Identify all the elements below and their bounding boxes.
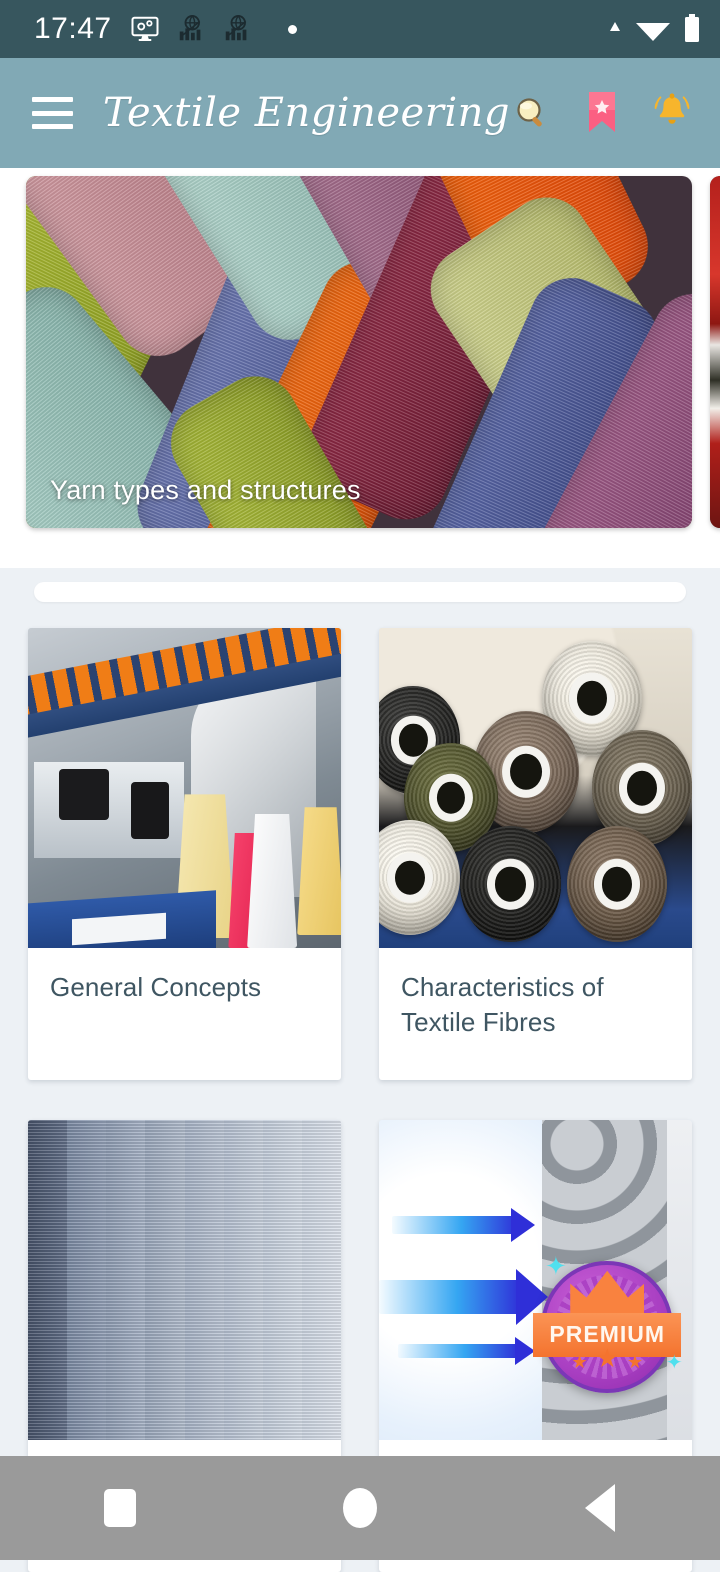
status-bar: 17:47 — [0, 0, 720, 58]
category-card[interactable]: Characteristics of Textile Fibres — [379, 628, 692, 1080]
monitor-gear-icon — [131, 16, 159, 41]
carousel-track[interactable]: Yarn types and structures — [0, 176, 720, 528]
bookmark-icon[interactable] — [580, 90, 624, 136]
sparkle-icon: ✦ — [665, 1352, 683, 1375]
circle-icon — [343, 1488, 377, 1528]
fibre-absorption-diagram-image: ✦ ✦ PREMIUM ★ ★ ★ — [379, 1120, 692, 1440]
android-navigation-bar — [0, 1456, 720, 1560]
globe-chart-icon — [179, 15, 200, 41]
status-system-icons — [606, 12, 702, 46]
page-title: Textile Engineering — [102, 90, 510, 136]
star-icon: ★ — [626, 1351, 644, 1372]
category-grid: General Concepts Characteristics of Text… — [0, 628, 720, 1572]
signal-triangle-icon — [610, 22, 620, 31]
status-time: 17:47 — [34, 12, 112, 45]
status-notification-icons — [130, 14, 297, 44]
hero-carousel[interactable]: Yarn types and structures — [0, 168, 720, 568]
knitting-machine-image — [28, 628, 341, 948]
badge-stars: ★ ★ ★ — [571, 1345, 643, 1371]
category-card-title: Characteristics of Textile Fibres — [401, 972, 604, 1037]
app-bar-actions — [510, 90, 694, 136]
category-card[interactable]: General Concepts — [28, 628, 341, 1080]
ad-placeholder-bar[interactable] — [34, 582, 686, 602]
star-icon: ★ — [571, 1351, 588, 1372]
red-fabric-image — [710, 176, 720, 528]
dot-indicator-icon — [287, 24, 297, 34]
notification-bell-icon[interactable] — [650, 90, 694, 136]
carousel-caption: Yarn types and structures — [50, 475, 361, 505]
sparkle-icon: ✦ — [545, 1251, 567, 1282]
content-area: General Concepts Characteristics of Text… — [0, 568, 720, 1572]
app-bar: Textile Engineering — [0, 58, 720, 168]
carousel-slide[interactable]: Yarn types and structures — [26, 176, 692, 528]
fabric-rolls-image — [28, 1120, 341, 1440]
category-card-title: General Concepts — [50, 972, 262, 1002]
wifi-icon — [636, 23, 670, 41]
back-button[interactable] — [540, 1478, 660, 1538]
square-icon — [104, 1489, 136, 1527]
recents-button[interactable] — [60, 1478, 180, 1538]
crown-icon — [570, 1270, 645, 1317]
star-icon: ★ — [595, 1342, 619, 1373]
thread-spools-image — [379, 628, 692, 948]
home-button[interactable] — [300, 1478, 420, 1538]
globe-chart-icon — [225, 15, 246, 41]
search-icon[interactable] — [510, 90, 554, 136]
battery-icon — [685, 14, 699, 42]
triangle-left-icon — [585, 1484, 615, 1532]
hamburger-menu-icon[interactable] — [32, 97, 73, 129]
carousel-slide-next[interactable] — [710, 176, 720, 528]
